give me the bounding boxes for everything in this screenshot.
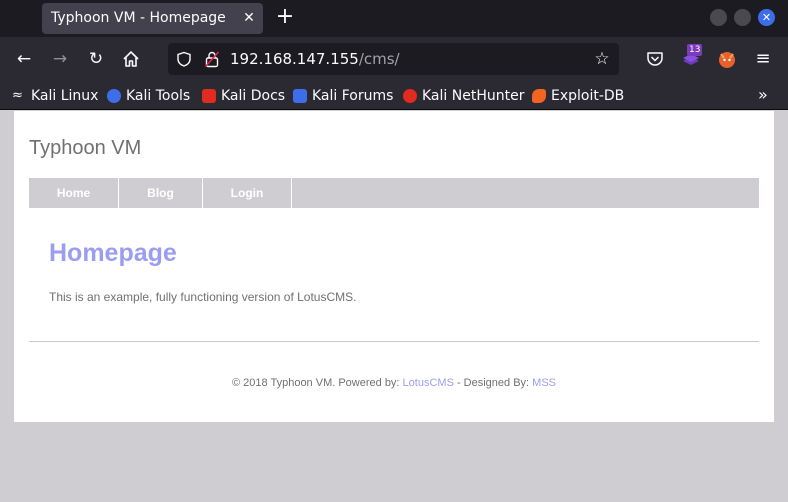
nav-blog-link[interactable]: Blog <box>119 178 203 208</box>
bookmark-exploit-db[interactable]: Exploit-DB <box>532 86 624 105</box>
footer-mss-link[interactable]: MSS <box>532 377 556 389</box>
kali-docs-icon <box>202 88 216 103</box>
tab-close-icon[interactable]: ✕ <box>241 7 257 29</box>
bookmarks-toolbar: ≈ Kali Linux Kali Tools Kali Docs Kali F… <box>0 81 788 110</box>
footer-lotuscms-link[interactable]: LotusCMS <box>403 377 454 389</box>
page-heading: Homepage <box>49 239 177 267</box>
reload-button[interactable]: ↻ <box>85 48 107 70</box>
bookmark-kali-linux[interactable]: ≈ Kali Linux <box>12 86 98 105</box>
page-viewport: Typhoon VM Home Blog Login Homepage This… <box>0 111 788 502</box>
url-text[interactable]: 192.168.147.155/cms/ <box>230 50 400 68</box>
nav-login-link[interactable]: Login <box>203 178 292 208</box>
footer-text-designed: - Designed By: <box>453 377 533 389</box>
divider <box>29 341 759 342</box>
site-title: Typhoon VM <box>29 137 142 159</box>
url-bar[interactable]: 192.168.147.155/cms/ ☆ <box>168 43 619 75</box>
bookmark-label: Kali Docs <box>221 87 286 104</box>
bookmark-label: Kali Forums <box>312 87 394 104</box>
bookmark-label: Kali Tools <box>126 87 191 104</box>
bookmark-label: Exploit-DB <box>551 87 625 104</box>
window-minimize-button[interactable] <box>710 9 727 26</box>
kali-forums-icon <box>293 88 307 103</box>
back-button[interactable]: ← <box>13 48 35 70</box>
tab-title: Typhoon VM - Homepage <box>51 10 226 26</box>
window-maximize-button[interactable] <box>734 9 751 26</box>
kali-tools-icon <box>107 88 121 103</box>
site-nav: Home Blog Login <box>29 178 759 208</box>
bookmark-kali-docs[interactable]: Kali Docs <box>202 86 285 105</box>
page-body-text: This is an example, fully functioning ve… <box>49 290 357 304</box>
bookmark-star-icon[interactable]: ☆ <box>592 48 612 70</box>
new-tab-button[interactable]: + <box>274 6 296 30</box>
forward-button[interactable]: → <box>49 48 71 70</box>
insecure-lock-icon[interactable] <box>204 50 220 68</box>
tab-strip: Typhoon VM - Homepage ✕ + ✕ <box>0 0 788 37</box>
bookmark-label: Kali NetHunter <box>422 87 525 104</box>
page-container: Typhoon VM Home Blog Login Homepage This… <box>14 111 774 422</box>
shield-icon[interactable] <box>176 51 192 67</box>
home-icon <box>123 51 139 67</box>
window-close-button[interactable]: ✕ <box>758 9 775 26</box>
bookmark-kali-nethunter[interactable]: Kali NetHunter <box>403 86 524 105</box>
bookmark-label: Kali Linux <box>31 87 99 104</box>
bookmark-kali-tools[interactable]: Kali Tools <box>107 86 190 105</box>
extension-badge: 13 <box>687 44 703 56</box>
home-button[interactable] <box>120 48 142 70</box>
pocket-icon[interactable] <box>644 48 666 70</box>
nav-toolbar: ← → ↻ 192.168.147.155/cms/ ☆ 13 ≡ <box>0 37 788 81</box>
bookmark-kali-forums[interactable]: Kali Forums <box>293 86 393 105</box>
nethunter-icon <box>403 88 417 103</box>
footer-text: © 2018 Typhoon VM. Powered by: <box>231 377 403 389</box>
tab-active[interactable]: Typhoon VM - Homepage ✕ <box>42 3 263 34</box>
fox-extension-icon[interactable] <box>716 48 738 70</box>
exploit-db-icon <box>532 88 546 103</box>
url-path: /cms/ <box>358 50 400 68</box>
nav-home-link[interactable]: Home <box>29 178 119 208</box>
kali-dragon-icon: ≈ <box>12 87 23 103</box>
url-host: 192.168.147.155 <box>230 50 359 68</box>
page-footer: © 2018 Typhoon VM. Powered by: LotusCMS … <box>14 377 774 389</box>
bookmarks-overflow-icon[interactable]: » <box>758 85 768 104</box>
hamburger-menu-icon[interactable]: ≡ <box>752 48 774 70</box>
